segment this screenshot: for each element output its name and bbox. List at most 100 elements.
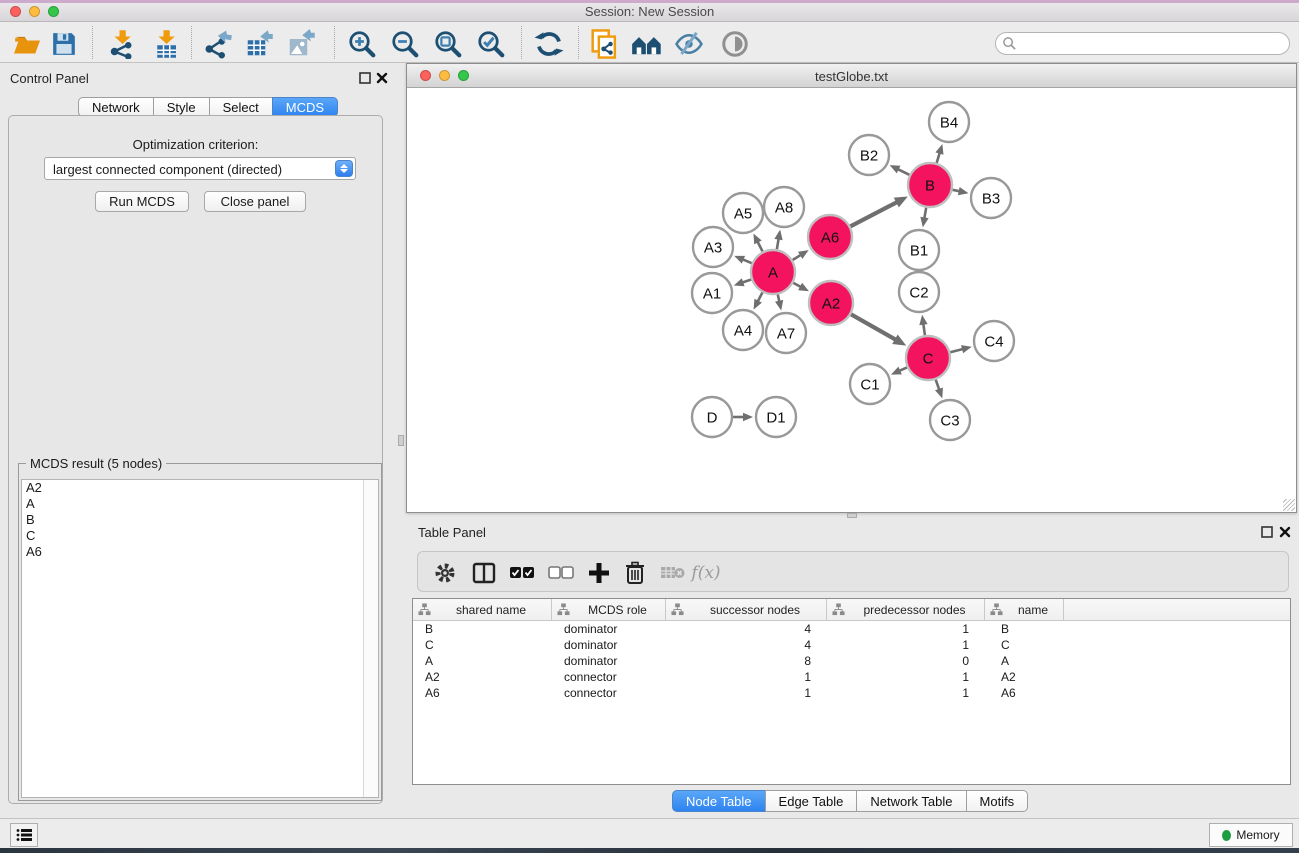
delete-table-icon[interactable] — [657, 560, 689, 586]
graph-node-C2[interactable]: C2 — [899, 272, 939, 312]
home-layout-icon[interactable] — [629, 29, 665, 59]
tab-style[interactable]: Style — [153, 97, 210, 117]
deselect-all-columns-icon[interactable] — [545, 560, 577, 586]
table-cell[interactable]: dominator — [552, 637, 666, 653]
column-header-predecessor-nodes[interactable]: predecessor nodes — [827, 599, 985, 620]
graph-node-A8[interactable]: A8 — [764, 187, 804, 227]
task-history-button[interactable] — [10, 823, 38, 847]
export-image-icon[interactable] — [283, 29, 319, 59]
graph-node-C4[interactable]: C4 — [974, 321, 1014, 361]
import-table-icon[interactable] — [148, 29, 184, 59]
table-cell[interactable]: 8 — [666, 653, 827, 669]
table-cell[interactable]: 4 — [666, 637, 827, 653]
table-cell[interactable]: 1 — [827, 621, 985, 637]
graph-node-B3[interactable]: B3 — [971, 178, 1011, 218]
graph-node-A3[interactable]: A3 — [693, 227, 733, 267]
table-cell[interactable]: 1 — [666, 669, 827, 685]
table-cell[interactable]: C — [985, 637, 1064, 653]
tab-select[interactable]: Select — [209, 97, 273, 117]
graph-node-C1[interactable]: C1 — [850, 364, 890, 404]
float-table-panel-icon[interactable] — [1261, 526, 1273, 538]
table-cell[interactable]: B — [413, 621, 552, 637]
table-cell[interactable]: 1 — [827, 637, 985, 653]
table-row[interactable]: A2connector11A2 — [413, 669, 1290, 685]
hide-selected-icon[interactable] — [671, 29, 707, 59]
tab-node-table[interactable]: Node Table — [672, 790, 766, 812]
graph-edge-C-C4[interactable] — [950, 349, 964, 353]
float-panel-icon[interactable] — [359, 72, 371, 84]
zoom-selected-icon[interactable] — [473, 29, 509, 59]
table-cell[interactable]: connector — [552, 669, 666, 685]
graph-node-A[interactable]: A — [751, 250, 795, 294]
memory-button[interactable]: Memory — [1209, 823, 1293, 847]
show-columns-icon[interactable] — [468, 560, 500, 586]
close-panel-icon[interactable] — [376, 72, 388, 84]
result-list-item[interactable]: A6 — [22, 544, 378, 560]
table-cell[interactable]: connector — [552, 685, 666, 701]
network-canvas[interactable]: B4B2BB3A5A8A6A3B1AA1C2A2A4A7C4CC1C3DD1 — [407, 88, 1296, 512]
optimization-criterion-select[interactable]: largest connected component (directed) — [44, 157, 356, 180]
result-list-item[interactable]: B — [22, 512, 378, 528]
table-cell[interactable]: C — [413, 637, 552, 653]
result-scrollbar[interactable] — [363, 480, 378, 797]
graph-node-A2[interactable]: A2 — [809, 281, 853, 325]
save-session-icon[interactable] — [46, 29, 82, 59]
delete-columns-icon[interactable] — [619, 560, 651, 586]
table-cell[interactable]: 4 — [666, 621, 827, 637]
show-all-icon[interactable] — [717, 29, 753, 59]
network-window-titlebar[interactable]: testGlobe.txt — [407, 64, 1296, 88]
graph-node-B4[interactable]: B4 — [929, 102, 969, 142]
column-header-shared-name[interactable]: shared name — [413, 599, 552, 620]
table-row[interactable]: Adominator80A — [413, 653, 1290, 669]
table-cell[interactable]: A — [985, 653, 1064, 669]
search-field[interactable] — [995, 32, 1290, 55]
tab-network-table[interactable]: Network Table — [856, 790, 966, 812]
table-row[interactable]: Bdominator41B — [413, 621, 1290, 637]
export-network-icon[interactable] — [200, 29, 236, 59]
tab-motifs[interactable]: Motifs — [966, 790, 1029, 812]
table-cell[interactable]: 1 — [827, 669, 985, 685]
result-list-item[interactable]: C — [22, 528, 378, 544]
table-cell[interactable]: dominator — [552, 653, 666, 669]
result-list-item[interactable]: A2 — [22, 480, 378, 496]
select-all-columns-icon[interactable] — [506, 560, 538, 586]
graph-edge-B-B2[interactable] — [897, 169, 910, 175]
table-cell[interactable]: A6 — [985, 685, 1064, 701]
graph-node-B2[interactable]: B2 — [849, 135, 889, 175]
tab-mcds[interactable]: MCDS — [272, 97, 338, 117]
graph-edge-A2-C[interactable] — [851, 314, 897, 340]
resize-handle[interactable] — [1283, 499, 1295, 511]
graph-node-D1[interactable]: D1 — [756, 397, 796, 437]
table-cell[interactable]: dominator — [552, 621, 666, 637]
export-table-icon[interactable] — [241, 29, 277, 59]
import-network-icon[interactable] — [104, 29, 140, 59]
search-input[interactable] — [995, 32, 1290, 55]
tab-network[interactable]: Network — [78, 97, 154, 117]
graph-node-D[interactable]: D — [692, 397, 732, 437]
tab-edge-table[interactable]: Edge Table — [765, 790, 858, 812]
zoom-out-icon[interactable] — [387, 29, 423, 59]
open-session-icon[interactable] — [9, 29, 45, 59]
graph-node-B[interactable]: B — [908, 163, 952, 207]
column-header-name[interactable]: name — [985, 599, 1064, 620]
table-row[interactable]: A6connector11A6 — [413, 685, 1290, 701]
settings-icon[interactable] — [429, 560, 461, 586]
table-cell[interactable]: 1 — [666, 685, 827, 701]
clone-network-icon[interactable] — [587, 29, 623, 59]
graph-node-A1[interactable]: A1 — [692, 273, 732, 313]
table-cell[interactable]: A — [413, 653, 552, 669]
zoom-in-icon[interactable] — [344, 29, 380, 59]
create-column-icon[interactable] — [583, 560, 615, 586]
graph-node-B1[interactable]: B1 — [899, 230, 939, 270]
table-cell[interactable]: A2 — [985, 669, 1064, 685]
vertical-scroll-nub[interactable] — [398, 435, 404, 446]
table-cell[interactable]: B — [985, 621, 1064, 637]
graph-node-C[interactable]: C — [906, 336, 950, 380]
column-header-successor-nodes[interactable]: successor nodes — [666, 599, 827, 620]
table-cell[interactable]: 1 — [827, 685, 985, 701]
run-mcds-button[interactable]: Run MCDS — [95, 191, 189, 212]
close-panel-button[interactable]: Close panel — [204, 191, 306, 212]
table-row[interactable]: Cdominator41C — [413, 637, 1290, 653]
function-builder-icon[interactable]: f(x) — [690, 560, 722, 586]
graph-node-A7[interactable]: A7 — [766, 313, 806, 353]
